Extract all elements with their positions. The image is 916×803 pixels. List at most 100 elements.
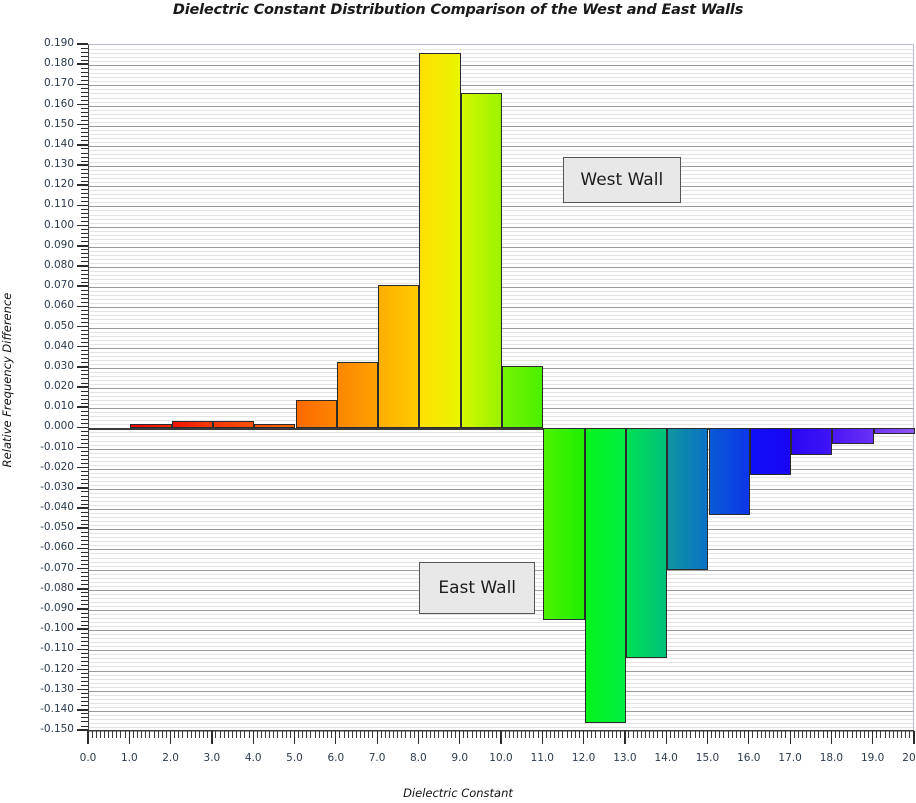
y-tick-minor	[81, 277, 88, 279]
y-tick-label: -0.050	[40, 521, 74, 534]
x-tick-minor	[702, 731, 704, 738]
x-tick-minor	[108, 731, 110, 738]
y-tick-minor	[81, 217, 88, 218]
x-tick-minor	[248, 731, 250, 738]
y-tick-minor	[81, 705, 88, 707]
y-tick-minor	[81, 152, 88, 154]
y-tick-major	[77, 63, 88, 65]
x-tick-label: 1.0	[120, 752, 138, 764]
y-tick-major	[77, 123, 88, 126]
x-tick-minor	[256, 731, 258, 738]
x-tick-minor	[760, 731, 762, 738]
bar-14-15	[667, 428, 709, 570]
y-tick-minor	[81, 350, 88, 352]
y-tick-label: 0.170	[43, 77, 74, 90]
x-tick-minor	[657, 731, 659, 738]
y-tick-major	[77, 305, 88, 308]
bar-17-18	[791, 428, 833, 455]
x-tick-minor	[446, 731, 448, 738]
x-tick-minor	[186, 731, 188, 738]
y-tick-label: -0.120	[40, 662, 74, 675]
y-tick-minor	[81, 213, 88, 214]
x-axis-title: Dielectric Constant	[403, 786, 513, 800]
y-tick-minor	[81, 293, 88, 295]
x-tick-minor	[868, 731, 869, 738]
x-tick-major	[913, 731, 915, 744]
x-tick-major	[252, 731, 254, 744]
y-tick-label: 0.070	[43, 279, 74, 292]
y-tick-label: 0.120	[43, 178, 74, 191]
x-tick-minor	[785, 731, 787, 738]
y-tick-major	[77, 245, 88, 247]
x-tick-minor	[839, 731, 841, 738]
x-tick-minor	[888, 731, 890, 738]
x-tick-minor	[504, 731, 506, 738]
x-tick-major	[335, 731, 337, 744]
x-tick-minor	[735, 731, 737, 738]
y-tick-minor	[81, 289, 88, 291]
x-tick-minor	[645, 731, 646, 738]
y-tick-minor	[81, 664, 88, 666]
x-tick-minor	[310, 731, 312, 738]
x-tick-minor	[273, 731, 275, 738]
y-tick-minor	[81, 196, 88, 198]
x-tick-minor	[132, 731, 134, 738]
x-tick-minor	[463, 731, 465, 738]
y-tick-major	[77, 386, 88, 388]
x-tick-minor	[467, 731, 469, 738]
x-tick-minor	[607, 731, 609, 738]
x-tick-minor	[649, 731, 651, 738]
y-tick-minor	[81, 358, 88, 360]
x-tick-minor	[578, 731, 580, 738]
y-tick-label: 0.190	[43, 37, 74, 49]
x-tick-minor	[508, 731, 510, 738]
x-tick-label: 16.0	[737, 752, 761, 764]
x-tick-minor	[599, 731, 601, 738]
x-tick-label: 12.0	[571, 752, 596, 764]
x-tick-minor	[388, 731, 390, 738]
x-tick-minor	[137, 731, 138, 738]
y-tick-minor	[81, 455, 88, 457]
x-tick-minor	[562, 731, 564, 738]
x-tick-minor	[145, 731, 147, 738]
x-tick-minor	[814, 731, 816, 738]
y-tick-minor	[81, 120, 88, 122]
y-tick-minor	[81, 418, 88, 420]
y-tick-label: -0.100	[40, 622, 74, 635]
x-tick-label: 14.0	[654, 752, 678, 764]
x-tick-minor	[351, 731, 353, 738]
x-tick-major	[211, 731, 213, 744]
x-tick-minor	[178, 731, 180, 738]
x-tick-minor	[153, 731, 155, 738]
y-tick-minor	[81, 112, 88, 114]
y-tick-minor	[81, 620, 88, 622]
x-tick-minor	[434, 731, 436, 738]
y-tick-minor	[81, 273, 88, 275]
y-tick-label: 0.160	[43, 97, 74, 110]
x-tick-minor	[112, 731, 114, 738]
x-tick-minor	[892, 731, 894, 738]
x-tick-label: 6.0	[327, 752, 345, 764]
x-tick-major	[293, 731, 296, 744]
bar-2-3	[171, 421, 213, 429]
bar-3-4	[212, 421, 255, 429]
y-tick-minor	[81, 604, 88, 606]
y-tick-minor	[81, 640, 88, 642]
x-tick-minor	[116, 731, 118, 738]
y-tick-minor	[81, 697, 88, 699]
y-tick-minor	[81, 334, 88, 335]
y-tick-minor	[81, 374, 88, 376]
y-tick-minor	[81, 616, 88, 618]
x-tick-minor	[525, 731, 527, 738]
y-tick-minor	[81, 208, 88, 210]
x-tick-minor	[752, 731, 754, 738]
x-tick-minor	[496, 731, 498, 738]
x-tick-minor	[471, 731, 473, 738]
bar-19-20	[873, 428, 915, 435]
x-tick-minor	[855, 731, 857, 738]
x-tick-major	[500, 731, 502, 744]
x-tick-minor	[277, 731, 279, 738]
y-tick-major	[77, 164, 88, 166]
y-tick-minor	[81, 338, 88, 340]
x-tick-minor	[194, 731, 196, 738]
